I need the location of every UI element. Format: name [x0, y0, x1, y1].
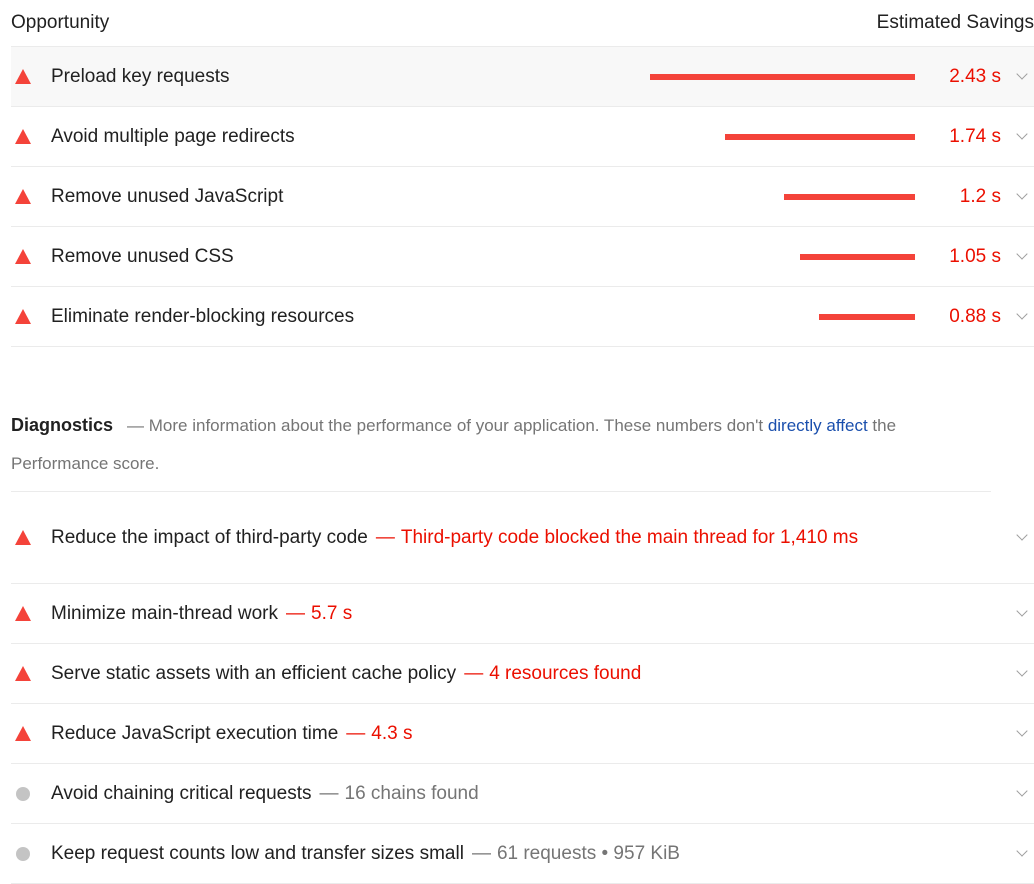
warning-triangle-icon [15, 189, 31, 204]
chevron-down-icon[interactable] [1016, 785, 1028, 797]
diagnostic-text: Minimize main-thread work —5.7 s [51, 598, 1006, 630]
diagnostic-title: Minimize main-thread work [51, 602, 279, 624]
warning-triangle-icon [15, 309, 31, 324]
opportunity-header: Opportunity Estimated Savings [11, 0, 1034, 47]
warning-triangle-icon [15, 666, 31, 681]
opportunity-title: Remove unused JavaScript [51, 185, 284, 207]
opportunity-title: Avoid multiple page redirects [51, 125, 295, 147]
opportunity-title: Eliminate render-blocking resources [51, 305, 355, 327]
gray-circle-icon [16, 846, 30, 861]
diagnostic-detail: 4 resources found [489, 662, 642, 684]
diagnostic-dash: — [346, 722, 366, 744]
diagnostic-title: Reduce JavaScript execution time [51, 722, 339, 744]
directly-affect-link[interactable]: directly affect [768, 416, 868, 435]
chevron-down-icon[interactable] [1016, 529, 1028, 541]
savings-bar-track [595, 133, 915, 140]
diagnostic-row[interactable]: Avoid chaining critical requests —16 chai… [11, 764, 1034, 824]
diagnostic-row[interactable]: Minimize main-thread work —5.7 s [11, 584, 1034, 644]
diagnostic-text: Avoid chaining critical requests —16 chai… [51, 778, 1006, 810]
chevron-down-icon[interactable] [1016, 725, 1028, 737]
savings-value: 1.05 s [949, 245, 1001, 267]
savings-bar [819, 313, 915, 320]
warning-triangle-icon [15, 249, 31, 264]
savings-bar [650, 73, 915, 80]
diagnostic-dash: — [286, 602, 306, 624]
warning-triangle-icon [15, 530, 31, 545]
chevron-down-icon[interactable] [1016, 845, 1028, 857]
opportunity-row[interactable]: Preload key requests 2.43 s [11, 47, 1034, 107]
diagnostic-row[interactable]: Reduce JavaScript execution time —4.3 s [11, 704, 1034, 764]
diagnostics-header: Diagnostics — More information about the … [11, 406, 991, 492]
diagnostic-row[interactable]: Serve static assets with an efficient ca… [11, 644, 1034, 704]
warning-triangle-icon [15, 606, 31, 621]
diagnostic-text: Reduce the impact of third-party code — Th… [51, 522, 1006, 554]
chevron-down-icon[interactable] [1016, 605, 1028, 617]
chevron-down-icon[interactable] [1016, 188, 1028, 200]
diagnostic-row[interactable]: Reduce the impact of third-party code — Th… [11, 492, 1034, 584]
diagnostic-detail: 16 chains found [344, 782, 479, 804]
chevron-down-icon[interactable] [1016, 128, 1028, 140]
diagnostic-text: Serve static assets with an efficient ca… [51, 658, 1006, 690]
opportunity-row[interactable]: Eliminate render-blocking resources 0.88… [11, 287, 1034, 347]
gray-circle-icon [16, 786, 30, 801]
estimated-savings-column-label: Estimated Savings [876, 12, 1034, 33]
diagnostics-description: More information about the performance o… [148, 416, 768, 435]
savings-bar-track [595, 73, 915, 80]
diagnostic-text: Reduce JavaScript execution time —4.3 s [51, 718, 1006, 750]
chevron-down-icon[interactable] [1016, 248, 1028, 260]
savings-value: 1.2 s [959, 185, 1001, 207]
diagnostic-dash: — [464, 662, 484, 684]
savings-value: 2.43 s [949, 65, 1001, 87]
warning-triangle-icon [15, 726, 31, 741]
chevron-down-icon[interactable] [1016, 308, 1028, 320]
opportunity-title: Preload key requests [51, 65, 230, 87]
savings-bar [784, 193, 915, 200]
diagnostic-row[interactable]: Keep request counts low and transfer siz… [11, 824, 1034, 884]
savings-bar-track [595, 313, 915, 320]
diagnostic-text: Keep request counts low and transfer siz… [51, 838, 1006, 870]
diagnostic-dash: — [319, 782, 339, 804]
audit-panel: Opportunity Estimated Savings Preload ke… [11, 0, 1034, 884]
opportunity-column-label: Opportunity [11, 12, 110, 33]
diagnostic-detail: 4.3 s [371, 722, 413, 744]
diagnostic-detail: 5.7 s [311, 602, 353, 624]
savings-bar [725, 133, 915, 140]
opportunity-row[interactable]: Avoid multiple page redirects 1.74 s [11, 107, 1034, 167]
diagnostic-title: Reduce the impact of third-party code [51, 526, 368, 548]
chevron-down-icon[interactable] [1016, 68, 1028, 80]
diagnostic-dash: — [471, 842, 491, 864]
diagnostics-title: Diagnostics [11, 415, 114, 435]
diagnostics-dash: — [127, 416, 145, 435]
savings-bar [800, 253, 915, 260]
chevron-down-icon[interactable] [1016, 665, 1028, 677]
opportunity-title: Remove unused CSS [51, 245, 234, 267]
diagnostic-detail: 61 requests • 957 KiB [496, 842, 680, 864]
savings-bar-track [595, 193, 915, 200]
diagnostic-title: Keep request counts low and transfer siz… [51, 842, 464, 864]
savings-value: 0.88 s [949, 305, 1001, 327]
diagnostic-title: Avoid chaining critical requests [51, 782, 312, 804]
warning-triangle-icon [15, 129, 31, 144]
savings-bar-track [595, 253, 915, 260]
diagnostic-title: Serve static assets with an efficient ca… [51, 662, 457, 684]
opportunity-row[interactable]: Remove unused CSS 1.05 s [11, 227, 1034, 287]
warning-triangle-icon [15, 69, 31, 84]
savings-value: 1.74 s [949, 125, 1001, 147]
opportunity-row[interactable]: Remove unused JavaScript 1.2 s [11, 167, 1034, 227]
diagnostic-detail: Third-party code blocked the main thread… [400, 526, 859, 548]
diagnostic-dash: — [375, 526, 395, 548]
